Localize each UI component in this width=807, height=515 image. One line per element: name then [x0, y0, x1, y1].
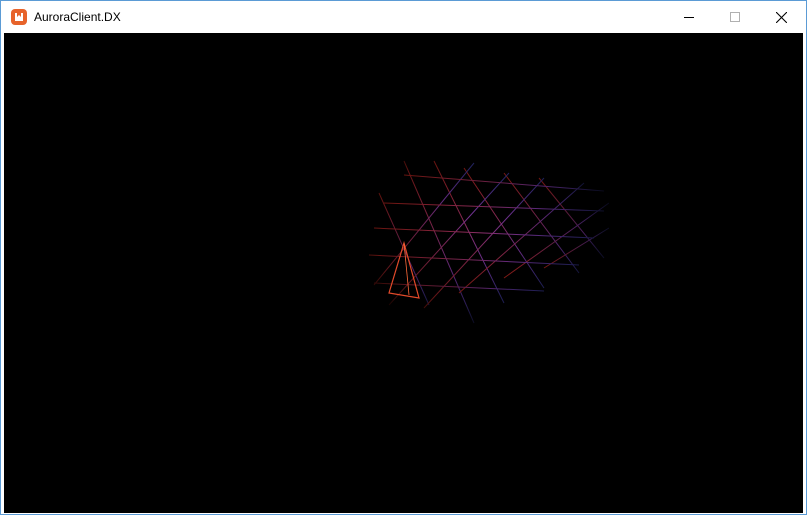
- app-window: AuroraClient.DX: [0, 0, 807, 515]
- close-button[interactable]: [758, 1, 804, 33]
- minimize-button[interactable]: [666, 1, 712, 33]
- close-icon: [775, 11, 787, 23]
- monogame-icon: [11, 9, 27, 25]
- wireframe-mesh: [368, 160, 610, 324]
- window-title: AuroraClient.DX: [34, 10, 121, 24]
- maximize-icon: [730, 12, 740, 22]
- render-viewport[interactable]: [4, 33, 803, 513]
- maximize-button[interactable]: [712, 1, 758, 33]
- cursor-marker: [388, 240, 420, 299]
- minimize-icon: [684, 12, 694, 22]
- title-bar[interactable]: AuroraClient.DX: [1, 1, 806, 33]
